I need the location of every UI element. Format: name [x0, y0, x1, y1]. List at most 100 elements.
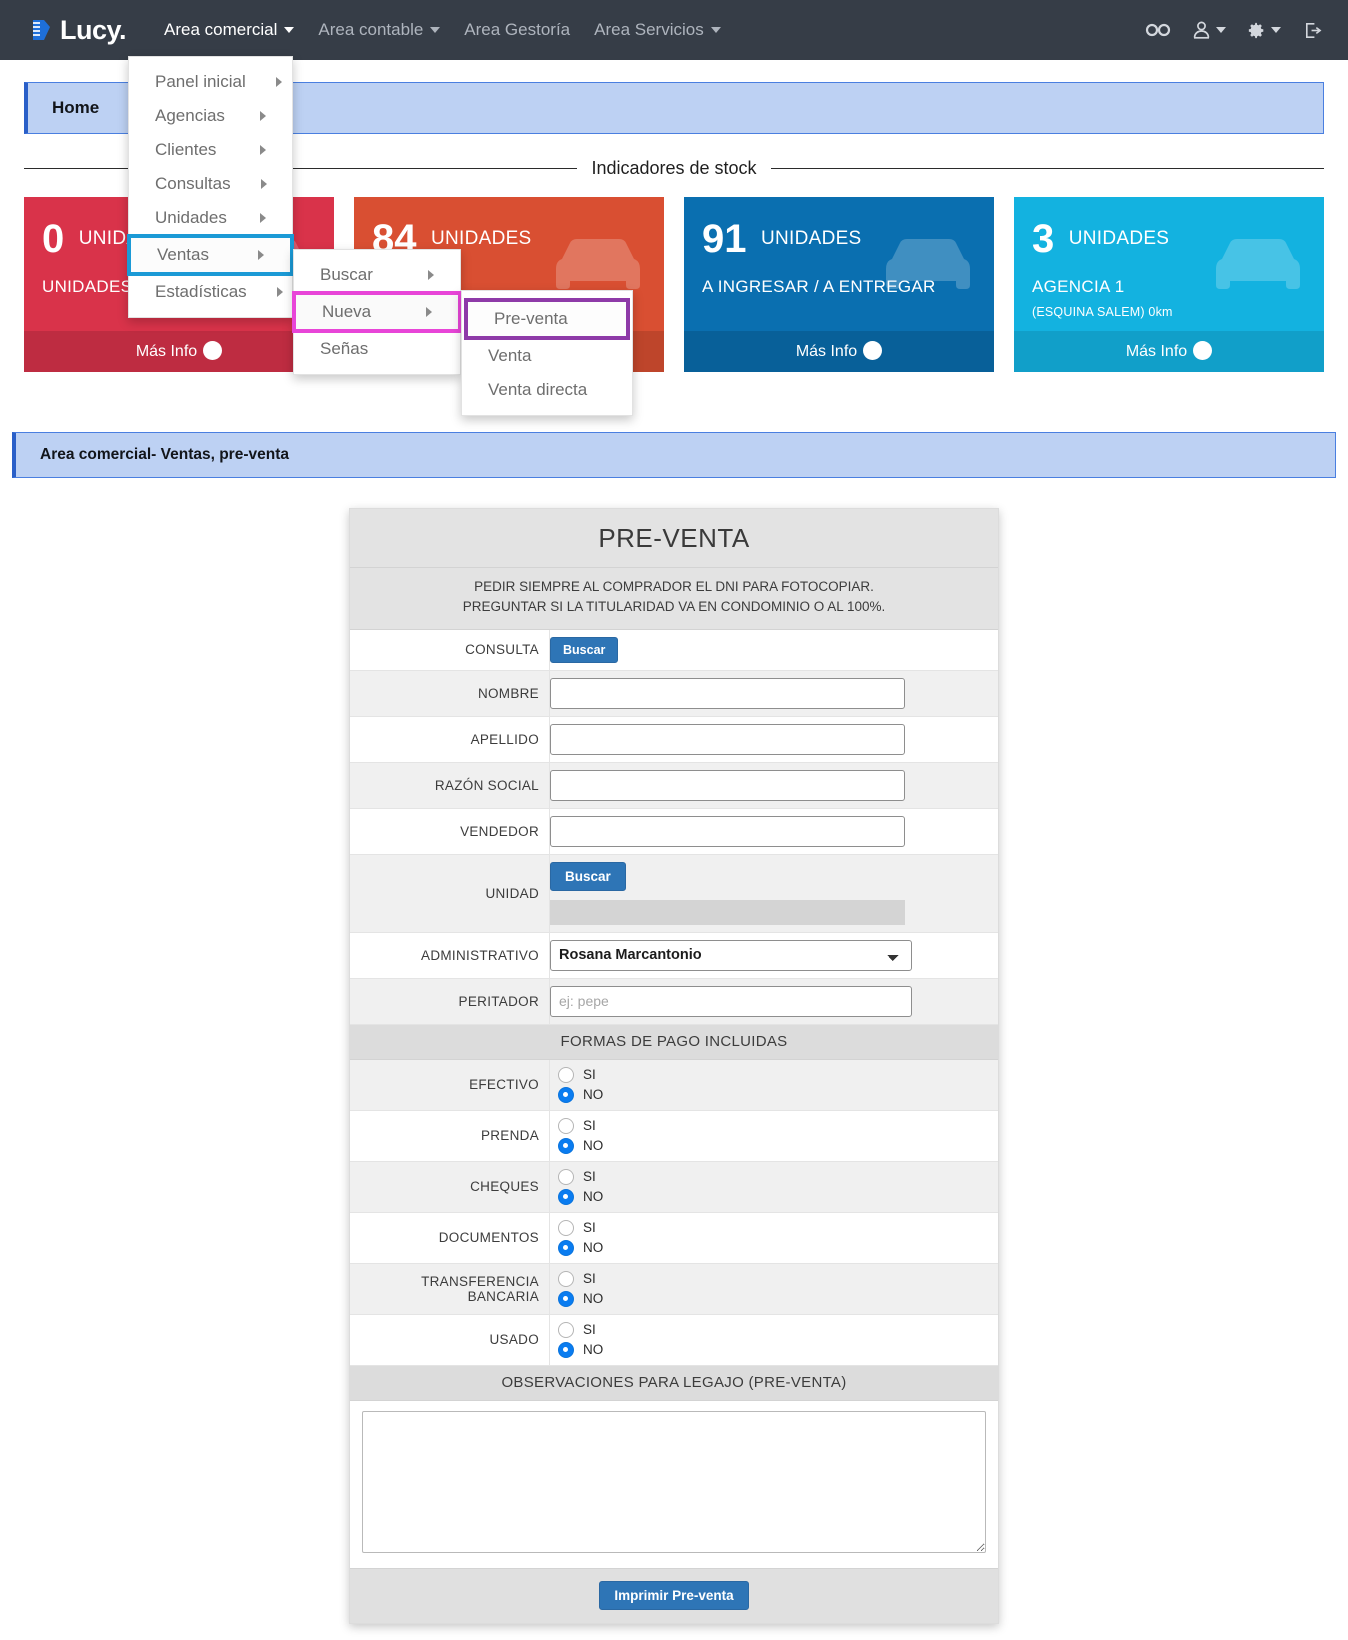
radio-label: SI [583, 1169, 596, 1184]
label-consulta: CONSULTA [350, 629, 550, 670]
radio-documentos-si[interactable]: SI [558, 1219, 998, 1236]
imprimir-pre-venta-button[interactable]: Imprimir Pre-venta [599, 1580, 749, 1610]
control-razon-social [550, 763, 998, 808]
menu-item-consultas[interactable]: Consultas [129, 167, 292, 201]
chevron-right-icon [260, 213, 266, 223]
vendedor-input[interactable] [550, 815, 905, 847]
radio-label: SI [583, 1118, 596, 1133]
brand-logo-link[interactable]: Lucy. [28, 14, 127, 45]
card-more-info-label: Más Info [1125, 343, 1188, 360]
apellido-input[interactable] [550, 723, 905, 755]
radio-efectivo-si[interactable]: SI [558, 1066, 998, 1083]
radio-transferencia-no[interactable]: NO [558, 1290, 998, 1307]
radio-circle-selected-icon [558, 1290, 574, 1307]
nav-item-area-comercial[interactable]: Area comercial [152, 12, 306, 48]
card-more-info-link[interactable]: Más Info [24, 331, 334, 372]
observaciones-textarea[interactable] [362, 1410, 986, 1553]
card-body: 3 UNIDADES AGENCIA 1 (ESQUINA SALEM) 0km [1014, 197, 1324, 331]
control-peritador [550, 979, 998, 1024]
submenu-nueva: Pre-venta Venta Venta directa [461, 290, 633, 416]
form-row-prenda: PRENDA SI NO [350, 1110, 998, 1162]
label-unidad: UNIDAD [350, 854, 550, 932]
card-unit-label: UNIDADES [430, 228, 532, 249]
menu-item-panel-inicial[interactable]: Panel inicial [129, 65, 292, 99]
radio-label: NO [583, 1189, 604, 1204]
menu-item-venta[interactable]: Venta [462, 339, 632, 373]
menu-item-unidades[interactable]: Unidades [129, 201, 292, 235]
control-unidad: Buscar [550, 855, 998, 932]
card-more-info-link[interactable]: Más Info [1014, 331, 1324, 372]
radio-usado-si[interactable]: SI [558, 1321, 998, 1338]
form-footer: Imprimir Pre-venta [350, 1567, 998, 1623]
peritador-input[interactable] [550, 985, 912, 1017]
control-documentos: SI NO [550, 1213, 998, 1263]
menu-item-label: Panel inicial [155, 72, 246, 91]
user-icon[interactable] [1193, 21, 1226, 39]
control-apellido [550, 717, 998, 762]
arrow-circle-icon [863, 338, 883, 360]
menu-item-venta-directa[interactable]: Venta directa [462, 373, 632, 407]
control-efectivo: SI NO [550, 1060, 998, 1110]
radio-group-prenda: SI NO [550, 1117, 998, 1154]
nav-item-area-contable[interactable]: Area contable [306, 12, 452, 48]
divider-left [24, 168, 578, 169]
radio-transferencia-si[interactable]: SI [558, 1270, 998, 1287]
radio-label: NO [583, 1342, 604, 1357]
control-nombre [550, 671, 998, 716]
label-usado: USADO [350, 1314, 550, 1365]
stock-card-a-ingresar-entregar[interactable]: 91 UNIDADES A INGRESAR / A ENTREGAR Más … [684, 197, 994, 372]
radio-group-usado: SI NO [550, 1321, 998, 1358]
card-number: 0 [42, 217, 65, 261]
menu-item-senas[interactable]: Señas [294, 332, 460, 366]
infinity-icon[interactable] [1145, 22, 1171, 38]
form-note-line-1: PEDIR SIEMPRE AL COMPRADOR EL DNI PARA F… [474, 579, 874, 594]
nombre-input[interactable] [550, 677, 905, 709]
card-unit-label: UNIDADES [1068, 228, 1170, 249]
form-row-usado: USADO SI NO [350, 1314, 998, 1366]
menu-item-clientes[interactable]: Clientes [129, 133, 292, 167]
menu-item-agencias[interactable]: Agencias [129, 99, 292, 133]
radio-group-cheques: SI NO [550, 1168, 998, 1205]
chevron-down-icon [430, 27, 441, 33]
menu-item-label: Nueva [322, 302, 372, 321]
menu-item-estadisticas[interactable]: Estadísticas [129, 275, 292, 309]
radio-prenda-si[interactable]: SI [558, 1117, 998, 1134]
radio-circle-selected-icon [558, 1341, 574, 1358]
control-vendedor [550, 809, 998, 854]
radio-group-transferencia-bancaria: SI NO [550, 1270, 998, 1307]
radio-label: SI [583, 1220, 596, 1235]
menu-item-ventas[interactable]: Ventas [127, 234, 294, 276]
radio-efectivo-no[interactable]: NO [558, 1086, 998, 1103]
radio-label: NO [583, 1138, 604, 1153]
logout-icon[interactable] [1303, 21, 1322, 40]
menu-item-label: Venta [488, 346, 532, 365]
gear-icon[interactable] [1248, 22, 1281, 39]
radio-documentos-no[interactable]: NO [558, 1239, 998, 1256]
stock-card-agencia-1[interactable]: 3 UNIDADES AGENCIA 1 (ESQUINA SALEM) 0km… [1014, 197, 1324, 372]
radio-usado-no[interactable]: NO [558, 1341, 998, 1358]
pre-venta-form-panel: PRE-VENTA PEDIR SIEMPRE AL COMPRADOR EL … [349, 508, 999, 1624]
nav-item-area-servicios[interactable]: Area Servicios [582, 12, 733, 48]
chevron-right-icon [260, 179, 267, 189]
menu-item-pre-venta[interactable]: Pre-venta [464, 298, 630, 340]
form-row-cheques: CHEQUES SI NO [350, 1161, 998, 1213]
nav-item-area-gestoria[interactable]: Area Gestoría [452, 12, 582, 48]
radio-cheques-no[interactable]: NO [558, 1188, 998, 1205]
unidad-buscar-button[interactable]: Buscar [550, 861, 626, 891]
menu-item-buscar[interactable]: Buscar [294, 258, 460, 292]
form-row-peritador: PERITADOR [350, 978, 998, 1025]
radio-prenda-no[interactable]: NO [558, 1137, 998, 1154]
form-row-unidad: UNIDAD Buscar [350, 854, 998, 933]
razon-social-input[interactable] [550, 769, 905, 801]
radio-group-efectivo: SI NO [550, 1066, 998, 1103]
administrativo-select[interactable]: Rosana Marcantonio [550, 939, 912, 971]
card-more-info-link[interactable]: Más Info [684, 331, 994, 372]
control-usado: SI NO [550, 1315, 998, 1365]
consulta-buscar-button[interactable]: Buscar [550, 636, 619, 663]
radio-circle-icon [558, 1270, 574, 1287]
radio-cheques-si[interactable]: SI [558, 1168, 998, 1185]
menu-item-nueva[interactable]: Nueva [292, 291, 462, 333]
brand-name: Lucy. [60, 14, 127, 45]
radio-circle-selected-icon [558, 1086, 574, 1103]
form-row-apellido: APELLIDO [350, 716, 998, 763]
